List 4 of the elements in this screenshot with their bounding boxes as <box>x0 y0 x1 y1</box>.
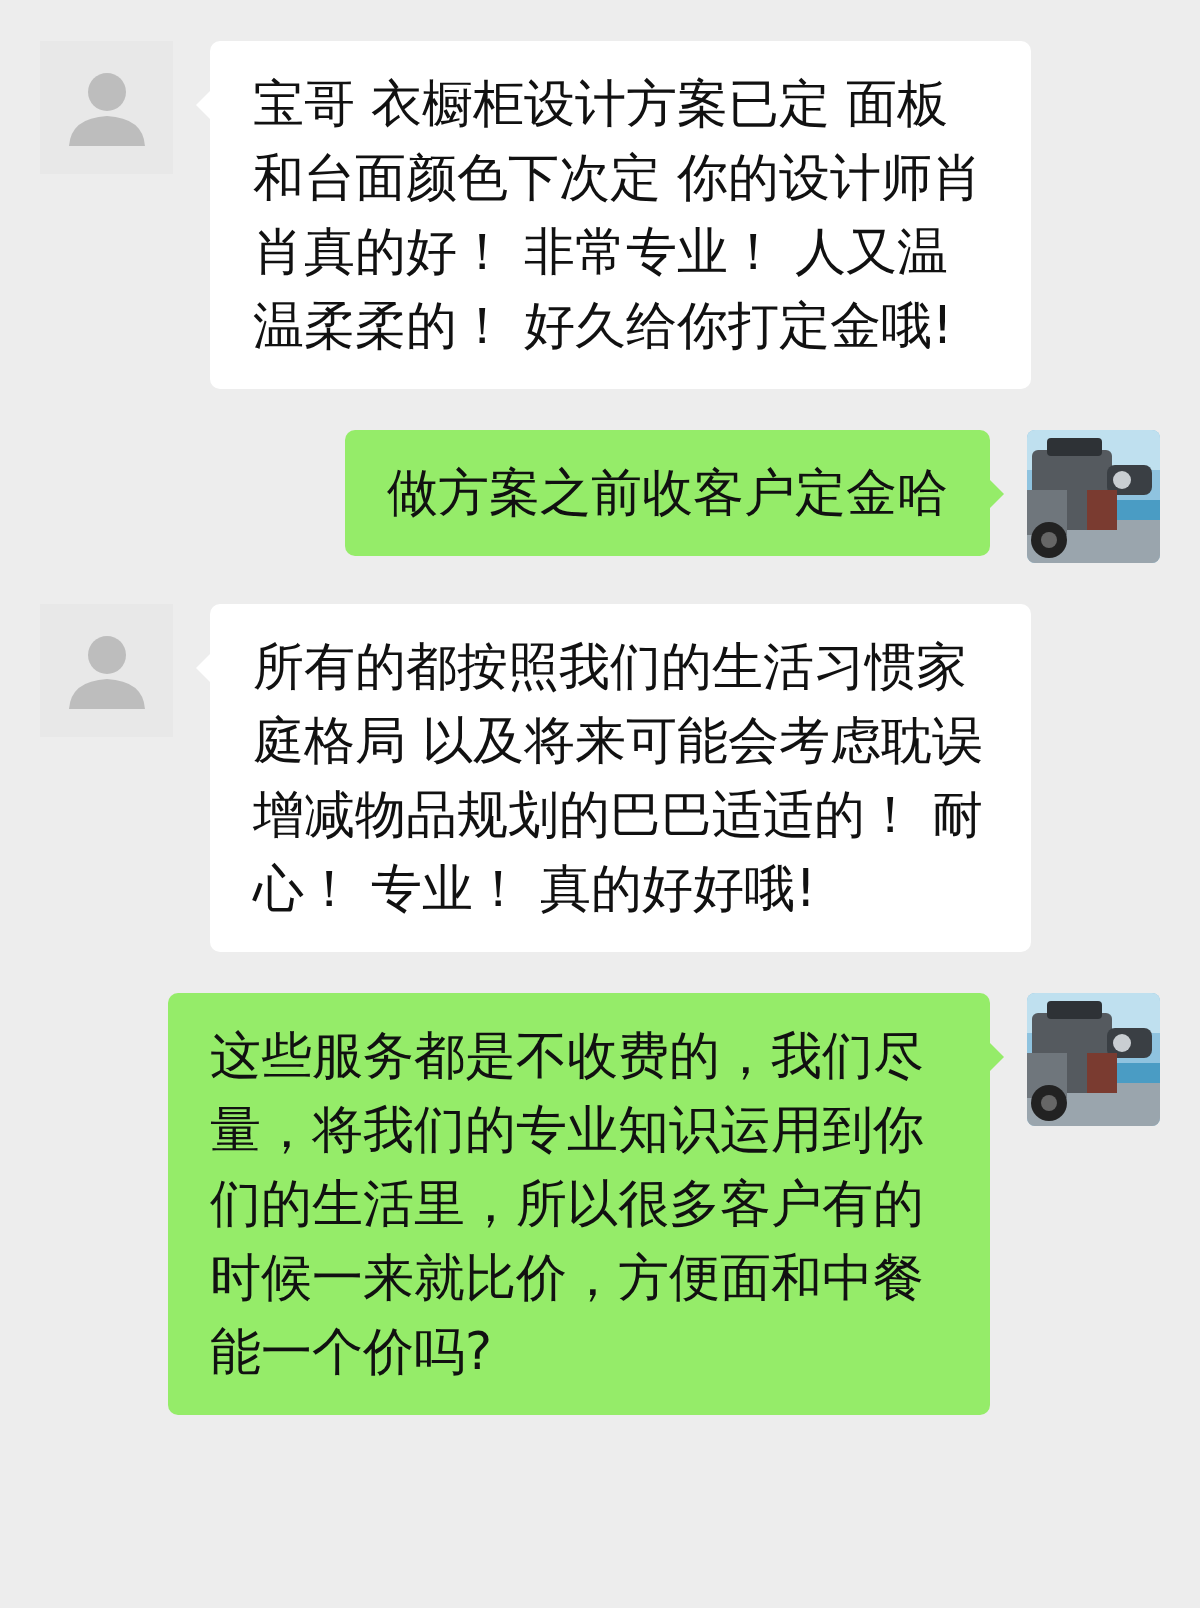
message-text: 做方案之前收客户定金哈 <box>387 462 948 524</box>
message-text: 宝哥 衣橱柜设计方案已定 面板和台面颜色下次定 你的设计师肖肖真的好！ 非常专业！ 人又温温柔柔的！ 好久给你打定金哦! <box>253 73 985 357</box>
message-text: 所有的都按照我们的生活习惯家庭格局 以及将来可能会考虑耽误增减物品规划的巴巴适适的！ 耐心！ 专业！ 真的好好哦! <box>253 636 985 920</box>
message-text: 这些服务都是不收费的，我们尽量，将我们的专业知识运用到你们的生活里，所以很多客户有的时候一来就比价，方便面和中餐能一个价吗? <box>210 1025 925 1383</box>
